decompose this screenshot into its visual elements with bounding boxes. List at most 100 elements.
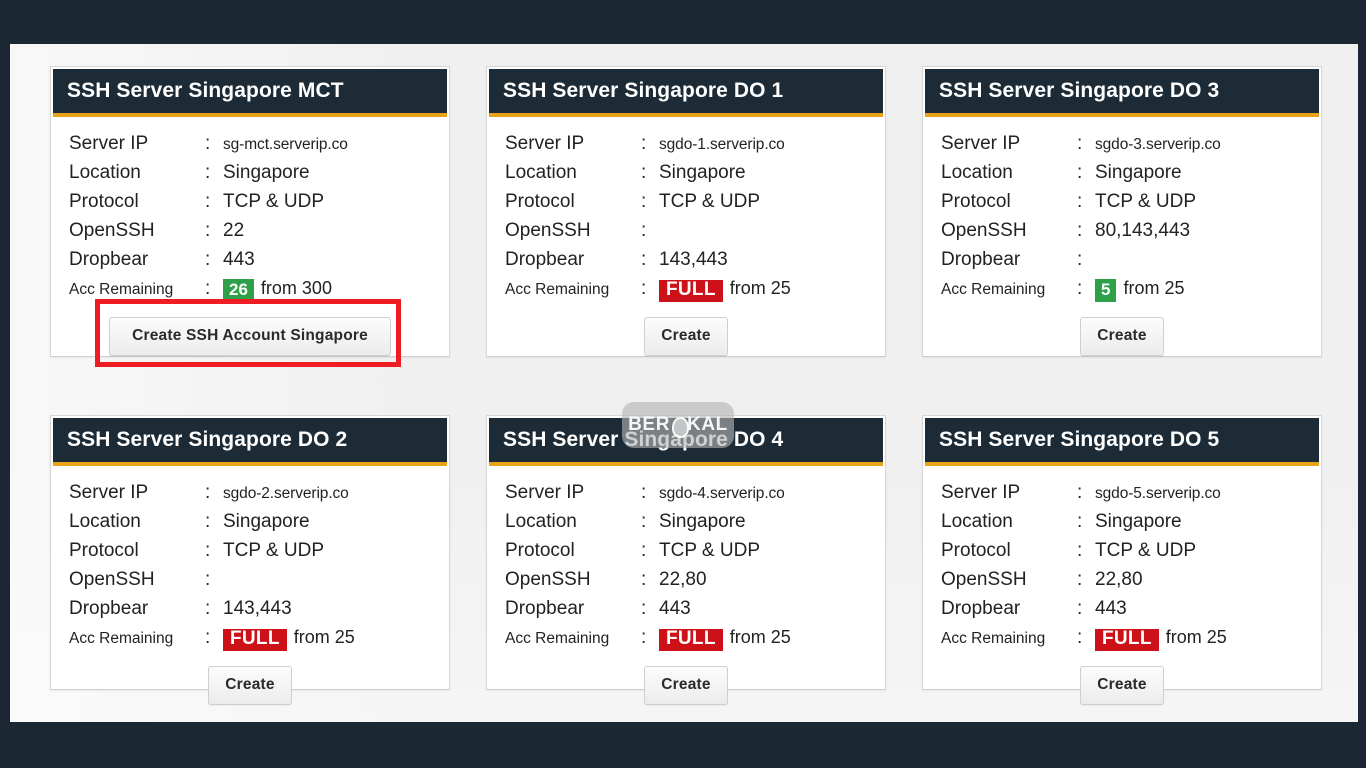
spec-colon: : — [205, 598, 211, 620]
spec-value-location: Singapore — [1095, 162, 1182, 184]
acc-remaining-value: FULL from 25 — [223, 623, 355, 652]
spec-row-server_ip: Server IP: sg-mct.serverip.co — [69, 129, 433, 158]
server-card: SSH Server Singapore DO 1 Server IP: sgdo-… — [486, 66, 886, 358]
spec-row-server_ip: Server IP: sgdo-1.serverip.co — [505, 129, 869, 158]
acc-remaining-badge: FULL — [659, 280, 723, 303]
spec-row-openssh: OpenSSH:22,80 — [941, 565, 1305, 594]
spec-label-protocol: Protocol — [505, 191, 575, 213]
spec-colon: : — [1077, 220, 1083, 242]
spec-label-acc-remaining: Acc Remaining — [69, 630, 174, 648]
create-account-button[interactable]: Create — [208, 666, 292, 706]
spec-value-protocol: TCP & UDP — [1095, 191, 1197, 213]
spec-row-protocol: Protocol: TCP & UDP — [505, 187, 869, 216]
spec-label-location: Location — [69, 511, 141, 533]
spec-colon: : — [1077, 627, 1083, 649]
spec-label-openssh: OpenSSH — [941, 220, 1027, 242]
watermark-logo-icon — [671, 416, 690, 438]
spec-label-openssh: OpenSSH — [505, 220, 591, 242]
server-card-grid: SSH Server Singapore MCT Server IP: sg-mct… — [50, 66, 1322, 706]
spec-row-location: Location: Singapore — [69, 158, 433, 187]
spec-row-openssh: OpenSSH:80,143,443 — [941, 216, 1305, 245]
spec-label-openssh: OpenSSH — [69, 220, 155, 242]
spec-label-dropbear: Dropbear — [505, 249, 585, 271]
spec-value-protocol: TCP & UDP — [223, 540, 325, 562]
spec-value-server_ip: sgdo-5.serverip.co — [1095, 485, 1221, 503]
card-action-area: Create — [487, 658, 885, 706]
spec-row-dropbear: Dropbear:143,443 — [505, 245, 869, 274]
spec-value-openssh: 22 — [223, 220, 245, 242]
spec-colon: : — [205, 278, 211, 300]
spec-label-protocol: Protocol — [505, 540, 575, 562]
server-card: SSH Server Singapore DO 5 Server IP: sgdo-… — [922, 415, 1322, 706]
create-account-button[interactable]: Create — [1080, 666, 1164, 706]
spec-colon: : — [641, 220, 647, 242]
spec-label-server_ip: Server IP — [941, 482, 1021, 504]
spec-colon: : — [205, 191, 211, 213]
spec-label-dropbear: Dropbear — [69, 598, 149, 620]
watermark-text-part1: BER — [628, 414, 671, 435]
page-content-area: SSH Server Singapore MCT Server IP: sg-mct… — [10, 44, 1358, 722]
spec-row-acc-remaining: Acc Remaining:26 from 300 — [69, 274, 433, 303]
spec-row-acc-remaining: Acc Remaining: FULL from 25 — [941, 623, 1305, 652]
spec-row-server_ip: Server IP: sgdo-3.serverip.co — [941, 129, 1305, 158]
spec-colon: : — [1077, 278, 1083, 300]
card-header: SSH Server Singapore DO 2 — [53, 418, 447, 467]
spec-value-server_ip: sgdo-3.serverip.co — [1095, 136, 1221, 154]
spec-label-acc-remaining: Acc Remaining — [69, 281, 174, 299]
spec-colon: : — [205, 569, 211, 591]
spec-label-acc-remaining: Acc Remaining — [941, 630, 1046, 648]
acc-remaining-total: from 25 — [293, 627, 355, 648]
spec-label-dropbear: Dropbear — [505, 598, 585, 620]
spec-value-server_ip: sg-mct.serverip.co — [223, 136, 348, 154]
spec-colon: : — [641, 482, 647, 504]
card-body: Server IP: sgdo-4.serverip.co Location: Sin… — [487, 466, 885, 658]
spec-label-location: Location — [941, 511, 1013, 533]
spec-row-location: Location: Singapore — [505, 158, 869, 187]
watermark-text-part2: KAL — [687, 414, 728, 435]
create-account-button[interactable]: Create — [1080, 317, 1164, 357]
card-header: SSH Server Singapore DO 3 — [925, 69, 1319, 118]
acc-remaining-badge: 5 — [1095, 279, 1117, 303]
spec-row-acc-remaining: Acc Remaining: FULL from 25 — [69, 623, 433, 652]
card-action-area: Create — [923, 309, 1321, 357]
spec-label-openssh: OpenSSH — [941, 569, 1027, 591]
spec-colon: : — [641, 162, 647, 184]
spec-value-location: Singapore — [659, 162, 746, 184]
spec-row-server_ip: Server IP: sgdo-5.serverip.co — [941, 478, 1305, 507]
spec-colon: : — [1077, 569, 1083, 591]
spec-value-dropbear: 443 — [659, 598, 691, 620]
spec-colon: : — [205, 162, 211, 184]
spec-value-openssh: 22,80 — [659, 569, 707, 591]
acc-remaining-value: FULL from 25 — [659, 274, 791, 303]
spec-label-acc-remaining: Acc Remaining — [505, 630, 610, 648]
card-header: SSH Server Singapore DO 1 — [489, 69, 883, 118]
create-account-button[interactable]: Create SSH Account Singapore — [109, 317, 391, 357]
spec-colon: : — [1077, 191, 1083, 213]
spec-colon: : — [1077, 162, 1083, 184]
spec-label-server_ip: Server IP — [505, 133, 585, 155]
card-body: Server IP: sgdo-1.serverip.co Location: Sin… — [487, 117, 885, 309]
spec-value-location: Singapore — [223, 162, 310, 184]
create-account-button[interactable]: Create — [644, 317, 728, 357]
spec-value-location: Singapore — [659, 511, 746, 533]
spec-label-openssh: OpenSSH — [505, 569, 591, 591]
card-title: SSH Server Singapore MCT — [67, 79, 344, 102]
spec-label-server_ip: Server IP — [69, 482, 149, 504]
spec-row-protocol: Protocol: TCP & UDP — [69, 536, 433, 565]
acc-remaining-total: from 25 — [1123, 278, 1185, 299]
spec-colon: : — [641, 133, 647, 155]
acc-remaining-total: from 25 — [729, 627, 791, 648]
create-account-button[interactable]: Create — [644, 666, 728, 706]
spec-value-openssh: 22,80 — [1095, 569, 1143, 591]
spec-colon: : — [205, 511, 211, 533]
spec-row-openssh: OpenSSH: — [505, 216, 869, 245]
spec-colon: : — [205, 627, 211, 649]
spec-colon: : — [641, 540, 647, 562]
spec-colon: : — [205, 540, 211, 562]
acc-remaining-badge: 26 — [223, 279, 254, 303]
spec-value-dropbear: 443 — [223, 249, 255, 271]
card-action-area: Create — [51, 658, 449, 706]
spec-colon: : — [1077, 598, 1083, 620]
spec-colon: : — [641, 249, 647, 271]
acc-remaining-value: 26 from 300 — [223, 274, 332, 303]
